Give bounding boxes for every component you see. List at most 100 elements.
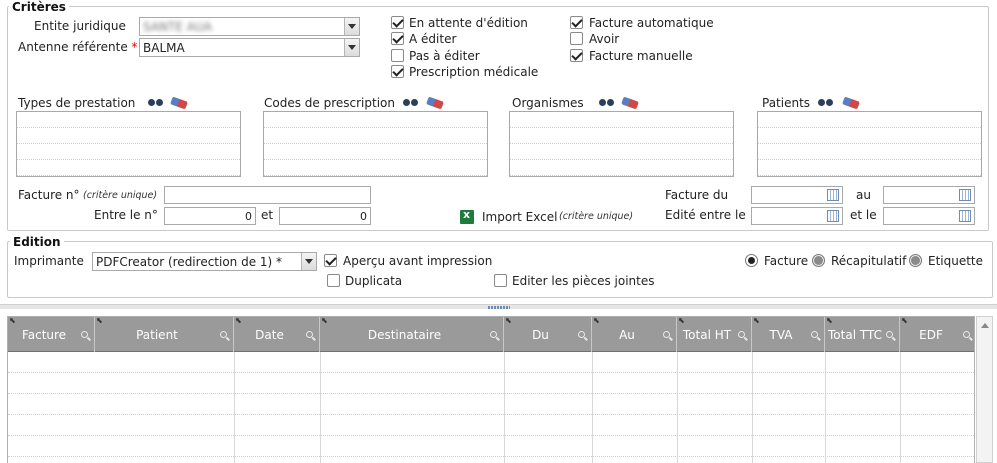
column-divider	[504, 352, 505, 463]
calendar-icon[interactable]	[827, 189, 839, 201]
types-prestation-list[interactable]	[16, 111, 241, 177]
checkbox-box[interactable]	[494, 274, 507, 287]
au-label: au	[856, 188, 871, 202]
calendar-icon[interactable]	[959, 210, 971, 222]
column-header-total-ttc[interactable]: ⬉ Total TTC	[825, 317, 900, 352]
pin-icon[interactable]: ⬉	[321, 317, 328, 325]
binoculars-search-icon[interactable]	[403, 96, 418, 107]
import-excel-link[interactable]: Import Excel	[482, 210, 557, 224]
column-header-du[interactable]: ⬉ Du	[504, 317, 592, 352]
checkbox-label: Prescription médicale	[409, 65, 539, 79]
patients-list[interactable]	[757, 111, 982, 177]
checkbox-label: Aperçu avant impression	[343, 254, 493, 268]
edite-to-date[interactable]	[883, 207, 975, 225]
pin-icon[interactable]: ⬉	[505, 317, 512, 325]
et-label: et	[261, 208, 274, 222]
checkbox-label: Editer les pièces jointes	[512, 274, 655, 288]
pin-icon[interactable]: ⬉	[235, 317, 242, 325]
types-prestation-label: Types de prestation	[18, 96, 136, 110]
pin-icon[interactable]: ⬉	[678, 317, 685, 325]
search-icon[interactable]	[738, 331, 745, 338]
search-icon[interactable]	[81, 331, 88, 338]
column-header-date[interactable]: ⬉ Date	[234, 317, 320, 352]
checkbox-box[interactable]	[391, 49, 404, 62]
codes-prescription-list[interactable]	[263, 111, 488, 177]
search-icon[interactable]	[220, 331, 227, 338]
calendar-icon[interactable]	[827, 210, 839, 222]
radio-button[interactable]	[745, 254, 758, 267]
pin-icon[interactable]: ⬉	[593, 317, 600, 325]
checkbox-box[interactable]	[570, 49, 583, 62]
facture-au-date[interactable]	[883, 186, 975, 204]
facture-du-date[interactable]	[751, 186, 843, 204]
chevron-down-icon[interactable]	[344, 18, 359, 35]
search-icon[interactable]	[663, 331, 670, 338]
column-divider	[752, 352, 753, 463]
binoculars-search-icon[interactable]	[148, 96, 163, 107]
entite-select[interactable]: SANTE AUA	[139, 17, 360, 36]
column-header-facture[interactable]: ⬉ Facture	[8, 317, 95, 352]
imprimante-label: Imprimante	[14, 254, 84, 268]
organismes-list[interactable]	[509, 111, 734, 177]
entre-no-to-input[interactable]: 0	[279, 207, 371, 225]
radio-label: Etiquette	[928, 254, 984, 268]
pin-icon[interactable]: ⬉	[901, 317, 908, 325]
pin-icon[interactable]: ⬉	[753, 317, 760, 325]
antenne-select[interactable]: BALMA	[139, 38, 360, 57]
imprimante-select[interactable]: PDFCreator (redirection de 1) *	[92, 252, 317, 271]
search-icon[interactable]	[490, 331, 497, 338]
search-icon[interactable]	[306, 331, 313, 338]
binoculars-search-icon[interactable]	[599, 96, 614, 107]
radio-button[interactable]	[909, 254, 922, 267]
panel-splitter[interactable]	[0, 304, 997, 309]
facture-no-input[interactable]	[164, 186, 371, 204]
excel-icon[interactable]	[460, 208, 474, 224]
chevron-down-icon[interactable]	[301, 253, 316, 270]
entite-label: Entite juridique	[34, 19, 126, 33]
codes-prescription-label: Codes de prescription	[264, 96, 395, 110]
search-icon[interactable]	[578, 331, 585, 338]
column-divider	[677, 352, 678, 463]
checkbox-box[interactable]	[570, 32, 583, 45]
table-row[interactable]	[8, 373, 974, 394]
pin-icon[interactable]: ⬉	[826, 317, 833, 325]
column-header-edf[interactable]: ⬉ EDF	[900, 317, 974, 352]
checkbox-box[interactable]	[391, 65, 404, 78]
edite-entre-label: Edité entre le	[665, 208, 746, 222]
search-icon[interactable]	[886, 331, 893, 338]
column-header-au[interactable]: ⬉ Au	[592, 317, 677, 352]
checkbox-box[interactable]	[324, 254, 337, 267]
table-row[interactable]	[8, 352, 974, 373]
column-divider	[234, 352, 235, 463]
column-header-destinataire[interactable]: ⬉ Destinataire	[320, 317, 504, 352]
pin-icon[interactable]: ⬉	[96, 317, 103, 325]
facture-du-label: Facture du	[665, 188, 729, 202]
column-header-patient[interactable]: ⬉ Patient	[95, 317, 234, 352]
search-icon[interactable]	[811, 331, 818, 338]
checkbox-label: Duplicata	[345, 274, 403, 288]
results-grid: ⬉ Facture ⬉ Patient ⬉ Date ⬉ Destinataire ⬉ D…	[7, 316, 975, 463]
pin-icon[interactable]: ⬉	[9, 317, 16, 325]
table-row[interactable]	[8, 394, 974, 415]
search-icon[interactable]	[963, 331, 970, 338]
checkbox-box[interactable]	[570, 16, 583, 29]
chevron-down-icon[interactable]	[344, 39, 359, 56]
table-row[interactable]	[8, 436, 974, 457]
checkbox-box[interactable]	[327, 274, 340, 287]
binoculars-search-icon[interactable]	[818, 96, 833, 107]
checkbox-box[interactable]	[391, 32, 404, 45]
checkbox-label: Pas à éditer	[409, 49, 480, 63]
column-header-tva[interactable]: ⬉ TVA	[752, 317, 825, 352]
calendar-icon[interactable]	[959, 189, 971, 201]
table-row[interactable]	[8, 415, 974, 436]
entre-no-from-input[interactable]: 0	[164, 207, 256, 225]
edite-from-date[interactable]	[751, 207, 843, 225]
splitter-grip-icon[interactable]	[488, 306, 510, 309]
checkbox-box[interactable]	[391, 16, 404, 29]
grid-vertical-scrollbar[interactable]	[976, 316, 993, 463]
column-header-total-ht[interactable]: ⬉ Total HT	[677, 317, 752, 352]
scroll-up-icon[interactable]	[981, 323, 989, 328]
radio-button[interactable]	[812, 254, 825, 267]
column-divider	[900, 352, 901, 463]
table-row[interactable]	[8, 457, 974, 463]
